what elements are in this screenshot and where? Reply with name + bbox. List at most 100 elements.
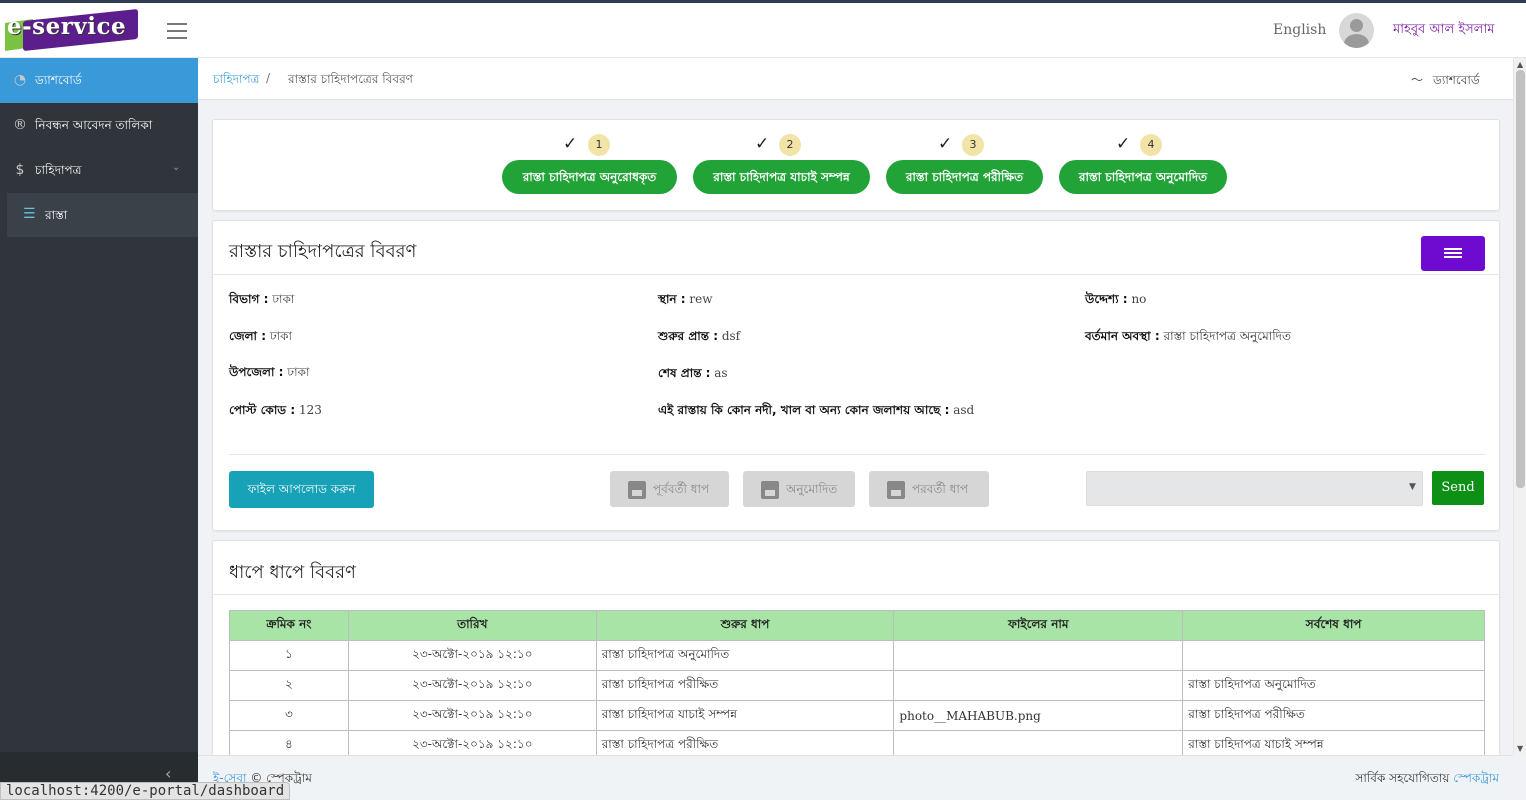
column-header: শুরুর ধাপ xyxy=(595,610,895,641)
cell-file-name xyxy=(893,640,1184,671)
field-label: শেষ প্রান্ত : xyxy=(658,366,711,380)
field-waterbody: এই রাস্তায় কি কোন নদী, খাল বা অন্য কোন … xyxy=(658,402,974,422)
cell-start-step: রাস্তা চাহিদাপত্র অনুমোদিত xyxy=(595,640,895,671)
file-upload-button[interactable]: ফাইল আপলোড করুন xyxy=(229,471,374,508)
field-current-status: বর্তমান অবস্থা : রাস্তা চাহিদাপত্র অনুমো… xyxy=(1085,328,1291,348)
field-purpose: উদ্দেশ্য : no xyxy=(1085,291,1146,311)
language-switch[interactable]: English xyxy=(1273,22,1326,38)
divider xyxy=(213,274,1499,275)
field-end-point: শেষ প্রান্ত : as xyxy=(658,365,728,385)
progress-steps-card: ✓ 1 রাস্তা চাহিদাপত্র অনুরোধকৃত ✓ 2 রাস্… xyxy=(212,119,1500,211)
field-value: 123 xyxy=(298,403,322,417)
divider xyxy=(213,594,1499,595)
field-value: ঢাকা xyxy=(287,365,310,379)
field-value: রাস্তা চাহিদাপত্র অনুমোদিত xyxy=(1163,329,1291,343)
list-view-button[interactable] xyxy=(1421,236,1485,271)
step-number-badge: 2 xyxy=(779,134,801,156)
action-select[interactable]: ▼ xyxy=(1086,471,1423,506)
field-district: জেলা : ঢাকা xyxy=(229,328,292,348)
table-header-row: ক্রমিক নং তারিখ শুরুর ধাপ ফাইলের নাম সর্… xyxy=(229,610,1485,641)
cell-last-step: রাস্তা চাহিদাপত্র পরীক্ষিত xyxy=(1182,700,1485,731)
chevron-down-icon: ⌄ xyxy=(172,162,181,173)
logo-text: e-service xyxy=(7,13,127,40)
dollar-icon: $ xyxy=(15,162,25,178)
cell-serial: ১ xyxy=(229,640,349,671)
check-icon: ✓ xyxy=(1116,134,1131,154)
field-start-point: শুরুর প্রান্ত : dsf xyxy=(658,328,740,348)
step-requested[interactable]: রাস্তা চাহিদাপত্র অনুরোধকৃত xyxy=(502,160,677,194)
floppy-disk-icon xyxy=(887,480,905,499)
cell-start-step: রাস্তা চাহিদাপত্র পরীক্ষিত xyxy=(595,670,895,701)
hamburger-menu-icon[interactable] xyxy=(167,23,187,39)
cell-serial: ৩ xyxy=(229,700,349,731)
send-button[interactable]: Send xyxy=(1432,471,1484,505)
field-label: বর্তমান অবস্থা : xyxy=(1085,329,1160,343)
field-value: as xyxy=(714,366,728,380)
chevron-left-icon: ‹ xyxy=(165,764,172,783)
username[interactable]: মাহবুব আল ইসলাম xyxy=(1393,20,1494,41)
card-title: ধাপে ধাপে বিবরণ xyxy=(229,562,356,583)
breadcrumb-parent-link[interactable]: চাহিদাপত্র xyxy=(213,71,259,91)
next-step-button[interactable]: পরবর্তী ধাপ xyxy=(869,471,989,507)
sidebar-item-label: রাস্তা xyxy=(45,208,68,222)
field-label: পোস্ট কোড : xyxy=(229,403,296,417)
page-footer: ই-সেবা © স্পেকট্রাম সার্বিক সহযোগিতায় স… xyxy=(198,755,1513,800)
check-icon: ✓ xyxy=(755,134,770,154)
cell-serial: ২ xyxy=(229,670,349,701)
chart-trend-icon: 〜 xyxy=(1411,73,1424,87)
check-icon: ✓ xyxy=(938,134,953,154)
eservice-logo[interactable]: e-service xyxy=(5,8,138,52)
field-label: এই রাস্তায় কি কোন নদী, খাল বা অন্য কোন … xyxy=(658,403,950,417)
speedometer-icon: ◔ xyxy=(13,72,27,88)
field-division: বিভাগ : ঢাকা xyxy=(229,291,294,311)
scroll-down-arrow-icon[interactable]: ▼ xyxy=(1517,744,1523,753)
cell-file-name[interactable]: photo__MAHABUB.png xyxy=(893,700,1184,731)
sidebar-item-label: নিবন্ধন আবেদন তালিকা xyxy=(35,118,153,132)
card-title: রাস্তার চাহিদাপত্রের বিবরণ xyxy=(229,241,417,262)
scrollbar-thumb[interactable] xyxy=(1516,70,1525,488)
field-value: ঢাকা xyxy=(272,292,295,306)
scroll-up-arrow-icon[interactable]: ▲ xyxy=(1517,60,1523,69)
page-scrollbar[interactable]: ▲ ▼ xyxy=(1513,58,1526,755)
field-label: বিভাগ : xyxy=(229,292,269,306)
step-verified[interactable]: রাস্তা চাহিদাপত্র যাচাই সম্পন্ন xyxy=(693,160,870,194)
floppy-disk-icon xyxy=(628,480,646,499)
list-icon: ☰ xyxy=(23,206,36,222)
sidebar-item-requisition[interactable]: $ চাহিদাপত্র ⌄ xyxy=(0,148,198,193)
field-label: উদ্দেশ্য : xyxy=(1085,292,1128,306)
field-value: asd xyxy=(953,403,975,417)
table-row: ১ ২৩-অক্টো-২০১৯ ১২:১০ রাস্তা চাহিদাপত্র … xyxy=(229,640,1485,671)
cell-date: ২৩-অক্টো-২০১৯ ১২:১০ xyxy=(347,670,597,701)
divider xyxy=(229,454,1485,455)
previous-step-button[interactable]: পূর্ববর্তী ধাপ xyxy=(610,471,729,507)
sidebar-item-label: চাহিদাপত্র xyxy=(35,163,82,177)
field-value: rew xyxy=(689,292,713,306)
button-label: পূর্ববর্তী ধাপ xyxy=(653,482,710,496)
column-header: ফাইলের নাম xyxy=(893,610,1184,641)
cell-date: ২৩-অক্টো-২০১৯ ১২:১০ xyxy=(347,640,597,671)
sidebar: ◔ ড্যাশবোর্ড ® নিবন্ধন আবেদন তালিকা $ চা… xyxy=(0,58,198,800)
step-number-badge: 1 xyxy=(588,134,610,156)
user-avatar[interactable] xyxy=(1339,13,1374,48)
sidebar-item-dashboard[interactable]: ◔ ড্যাশবোর্ড xyxy=(0,58,198,103)
table-row: ৩ ২৩-অক্টো-২০১৯ ১২:১০ রাস্তা চাহিদাপত্র … xyxy=(229,700,1485,731)
approved-button[interactable]: অনুমোদিত xyxy=(743,471,855,507)
registered-icon: ® xyxy=(13,117,27,133)
history-table: ক্রমিক নং তারিখ শুরুর ধাপ ফাইলের নাম সর্… xyxy=(229,610,1485,759)
column-header: ক্রমিক নং xyxy=(229,610,349,641)
button-label: অনুমোদিত xyxy=(786,482,838,496)
spectrum-link[interactable]: স্পেকট্রাম xyxy=(1453,771,1499,785)
step-examined[interactable]: রাস্তা চাহিদাপত্র পরীক্ষিত xyxy=(886,160,1043,194)
field-label: স্থান : xyxy=(658,292,686,306)
button-label: পরবর্তী ধাপ xyxy=(912,482,969,496)
breadcrumb: চাহিদাপত্র / রাস্তার চাহিদাপত্রের বিবরণ … xyxy=(198,58,1513,100)
sidebar-item-road[interactable]: ☰ রাস্তা xyxy=(7,193,198,237)
breadcrumb-dashboard-link[interactable]: 〜 ড্যাশবোর্ড xyxy=(1411,71,1480,92)
cell-start-step: রাস্তা চাহিদাপত্র যাচাই সম্পন্ন xyxy=(595,700,895,731)
sidebar-item-registration-list[interactable]: ® নিবন্ধন আবেদন তালিকা xyxy=(0,103,198,148)
cell-file-name xyxy=(893,670,1184,701)
step-approved[interactable]: রাস্তা চাহিদাপত্র অনুমোদিত xyxy=(1059,160,1227,194)
top-header: e-service English মাহবুব আল ইসলাম xyxy=(0,3,1526,58)
field-label: শুরুর প্রান্ত : xyxy=(658,329,718,343)
check-icon: ✓ xyxy=(563,134,578,154)
